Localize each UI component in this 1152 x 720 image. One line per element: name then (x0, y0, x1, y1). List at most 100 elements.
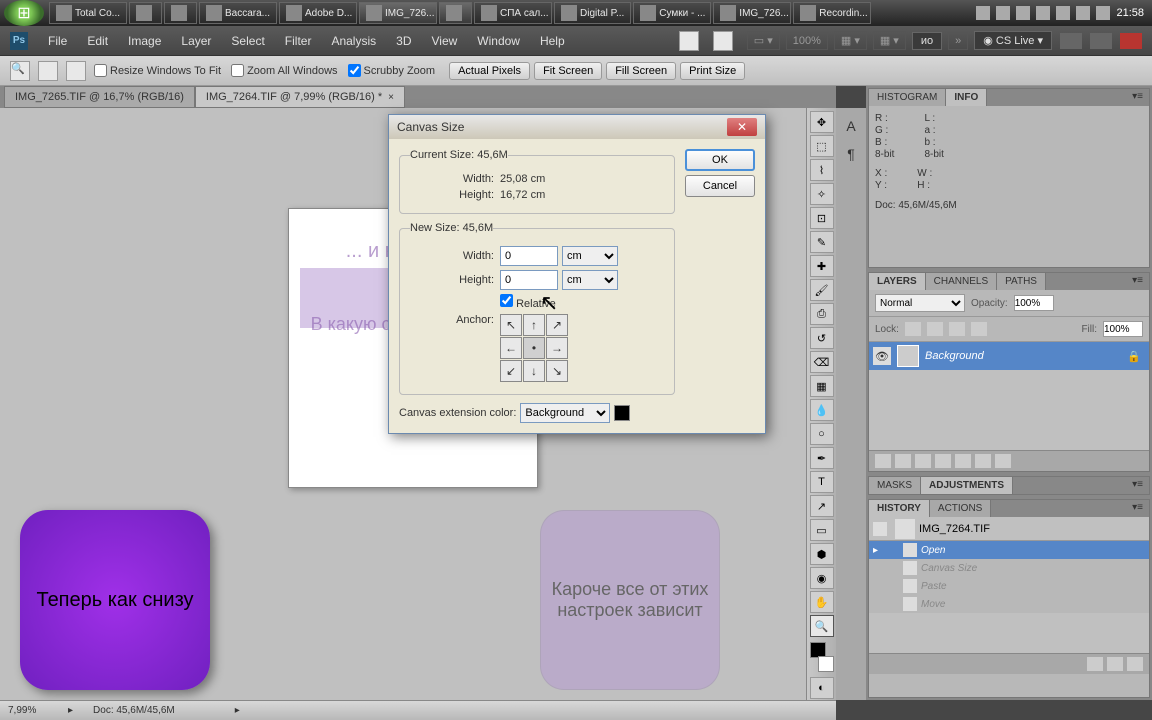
tab-layers[interactable]: LAYERS (869, 273, 926, 290)
zoom-tool[interactable]: 🔍 (810, 615, 834, 637)
maximize-button[interactable] (1090, 33, 1112, 49)
history-item[interactable]: ▸Open (869, 541, 1149, 559)
stamp-tool[interactable]: ⎙ (810, 303, 834, 325)
tray-icon[interactable] (1036, 6, 1050, 20)
menu-layer[interactable]: Layer (171, 30, 221, 52)
quick-mask-icon[interactable]: ◐ (810, 677, 834, 699)
anchor-w[interactable]: ← (500, 337, 522, 359)
extras-dropdown[interactable]: ▦ ▾ (873, 31, 906, 50)
history-item[interactable]: Move (869, 595, 1149, 613)
visibility-icon[interactable]: 👁 (873, 347, 891, 365)
resize-windows-checkbox[interactable]: Resize Windows To Fit (94, 64, 221, 77)
group-icon[interactable] (955, 454, 971, 468)
opacity-input[interactable] (1014, 295, 1054, 311)
adjustment-layer-icon[interactable] (935, 454, 951, 468)
gradient-tool[interactable]: ▦ (810, 375, 834, 397)
fill-input[interactable] (1103, 321, 1143, 337)
panel-menu-icon[interactable]: ▾≡ (1126, 273, 1149, 290)
anchor-sw[interactable]: ↙ (500, 360, 522, 382)
scrubby-zoom-checkbox[interactable]: Scrubby Zoom (348, 64, 436, 77)
taskbar-item[interactable]: Сумки - ... (633, 2, 711, 24)
dialog-titlebar[interactable]: Canvas Size ✕ (389, 115, 765, 139)
shape-tool[interactable]: ▭ (810, 519, 834, 541)
lock-transparency-icon[interactable] (905, 322, 921, 336)
taskbar-item[interactable]: Baccara... (199, 2, 277, 24)
tab-channels[interactable]: CHANNELS (926, 273, 997, 290)
height-input[interactable] (500, 270, 558, 290)
zoom-dropdown[interactable]: 100% (786, 32, 828, 50)
menu-3d[interactable]: 3D (386, 30, 421, 52)
character-panel-icon[interactable]: A (840, 115, 862, 137)
new-layer-icon[interactable] (975, 454, 991, 468)
wand-tool[interactable]: ✧ (810, 183, 834, 205)
anchor-se[interactable]: ↘ (546, 360, 568, 382)
tab-adjustments[interactable]: ADJUSTMENTS (921, 477, 1013, 494)
pen-tool[interactable]: ✒ (810, 447, 834, 469)
tab-info[interactable]: INFO (946, 89, 987, 106)
layer-thumbnail[interactable] (897, 345, 919, 367)
tray-icon[interactable] (996, 6, 1010, 20)
cs-live-button[interactable]: ◉ CS Live ▾ (974, 31, 1052, 50)
eraser-tool[interactable]: ⌫ (810, 351, 834, 373)
layer-row[interactable]: 👁 Background 🔒 (869, 342, 1149, 370)
screen-mode-dropdown[interactable]: ▭ ▾ (747, 31, 780, 50)
menu-analysis[interactable]: Analysis (321, 30, 386, 52)
status-caret-icon[interactable]: ▸ (68, 705, 73, 716)
actual-pixels-button[interactable]: Actual Pixels (449, 62, 530, 80)
taskbar-item[interactable] (439, 2, 472, 24)
lock-icon[interactable]: 🔒 (1127, 350, 1141, 363)
color-swatches[interactable] (810, 642, 834, 672)
history-item[interactable]: Canvas Size (869, 559, 1149, 577)
tray-icon[interactable] (1016, 6, 1030, 20)
status-caret-icon[interactable]: ▸ (235, 705, 240, 716)
path-tool[interactable]: ↗ (810, 495, 834, 517)
tab-paths[interactable]: PATHS (997, 273, 1046, 290)
tab-close-icon[interactable]: × (388, 92, 394, 103)
taskbar-item[interactable]: Recordin... (793, 2, 871, 24)
tray-icon[interactable] (1076, 6, 1090, 20)
healing-tool[interactable]: ✚ (810, 255, 834, 277)
clock[interactable]: 21:58 (1116, 7, 1144, 19)
close-button[interactable] (1120, 33, 1142, 49)
taskbar-item[interactable] (164, 2, 197, 24)
menu-window[interactable]: Window (467, 30, 530, 52)
new-snapshot-icon[interactable] (1107, 657, 1123, 671)
delete-state-icon[interactable] (1127, 657, 1143, 671)
anchor-n[interactable]: ↑ (523, 314, 545, 336)
menu-file[interactable]: File (38, 30, 77, 52)
workspace-switcher[interactable]: ио (912, 32, 942, 50)
background-color[interactable] (818, 656, 834, 672)
layers-list[interactable] (869, 370, 1149, 450)
brush-tool[interactable]: 🖌 (810, 279, 834, 301)
status-doc-info[interactable]: Doc: 45,6M/45,6M (93, 705, 175, 716)
tab-histogram[interactable]: HISTOGRAM (869, 89, 946, 106)
history-snapshot[interactable]: IMG_7264.TIF (869, 517, 1149, 541)
print-size-button[interactable]: Print Size (680, 62, 745, 80)
width-input[interactable] (500, 246, 558, 266)
taskbar-item[interactable]: Adobe D... (279, 2, 357, 24)
zoom-tool-icon[interactable]: 🔍 (10, 61, 30, 81)
taskbar-item[interactable]: Digital P... (554, 2, 631, 24)
anchor-nw[interactable]: ↖ (500, 314, 522, 336)
fit-screen-button[interactable]: Fit Screen (534, 62, 602, 80)
3d-tool[interactable]: ⬢ (810, 543, 834, 565)
relative-checkbox[interactable]: Relative (500, 294, 556, 310)
document-tab[interactable]: IMG_7265.TIF @ 16,7% (RGB/16) (4, 86, 195, 108)
crop-tool[interactable]: ⊡ (810, 207, 834, 229)
start-button[interactable]: ⊞ (4, 0, 44, 26)
zoom-all-checkbox[interactable]: Zoom All Windows (231, 64, 337, 77)
menu-edit[interactable]: Edit (77, 30, 118, 52)
document-tab[interactable]: IMG_7264.TIF @ 7,99% (RGB/16) *× (195, 86, 405, 108)
eyedropper-tool[interactable]: ✎ (810, 231, 834, 253)
ext-color-swatch[interactable] (614, 405, 630, 421)
dialog-close-button[interactable]: ✕ (727, 118, 757, 136)
menu-view[interactable]: View (421, 30, 467, 52)
layer-mask-icon[interactable] (915, 454, 931, 468)
layer-name[interactable]: Background (925, 350, 984, 362)
anchor-ne[interactable]: ↗ (546, 314, 568, 336)
zoom-in-icon[interactable] (38, 61, 58, 81)
marquee-tool[interactable]: ⬚ (810, 135, 834, 157)
history-item[interactable]: Paste (869, 577, 1149, 595)
status-zoom[interactable]: 7,99% (8, 705, 68, 716)
launch-bridge-icon[interactable] (679, 31, 699, 51)
